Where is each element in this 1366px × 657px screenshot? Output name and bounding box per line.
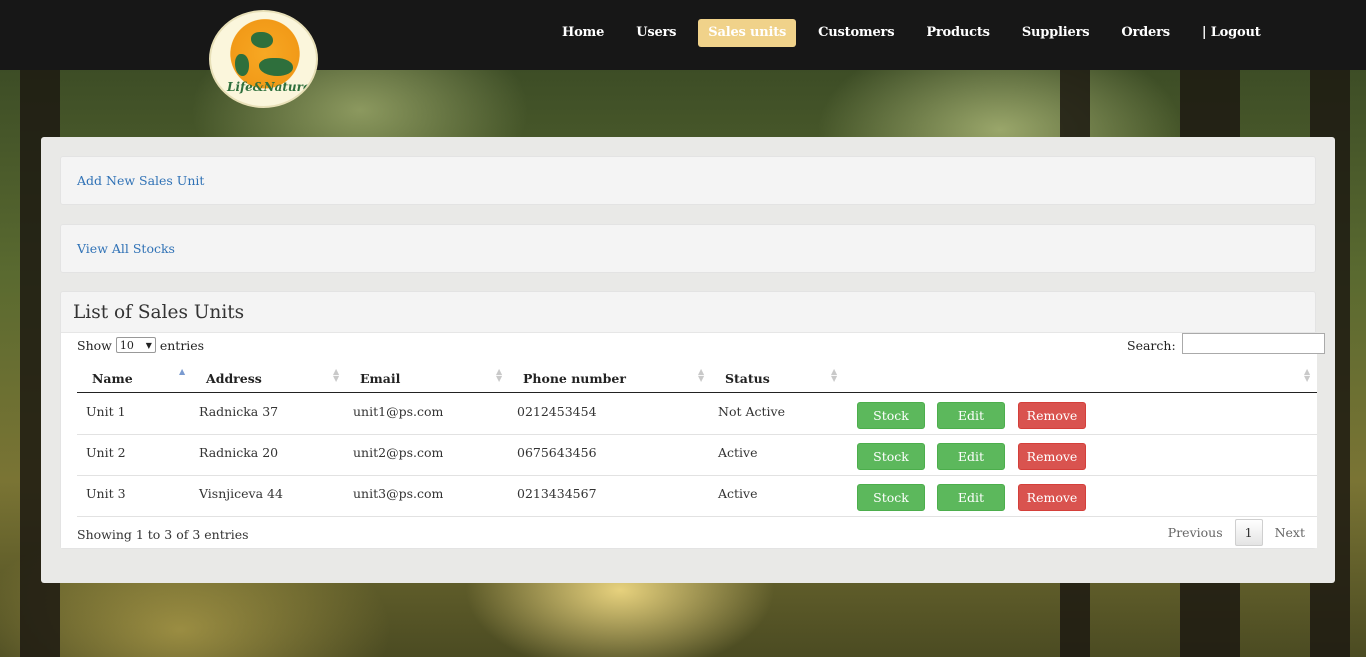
column-header-address[interactable]: Address: [206, 371, 262, 386]
pagination: Previous 1 Next: [1156, 519, 1317, 546]
cell-address: Visnjiceva 44: [199, 486, 283, 501]
remove-button[interactable]: Remove: [1018, 484, 1086, 511]
nav-orders[interactable]: Orders: [1111, 19, 1180, 47]
cell-phone: 0212453454: [517, 404, 597, 419]
add-sales-unit-card: Add New Sales Unit: [60, 156, 1316, 205]
turtle-icon: [251, 32, 273, 48]
cell-email: unit2@ps.com: [353, 445, 444, 460]
logo[interactable]: Life&Nature: [209, 10, 318, 108]
sort-asc-icon: ▲: [179, 367, 186, 376]
dog-icon: [259, 58, 293, 76]
edit-button[interactable]: Edit: [937, 484, 1005, 511]
search-control: Search:: [1127, 333, 1325, 354]
column-header-email[interactable]: Email: [360, 371, 400, 386]
cell-status: Not Active: [718, 404, 785, 419]
remove-button[interactable]: Remove: [1018, 402, 1086, 429]
cell-status: Active: [718, 445, 758, 460]
entries-length-control: Show 10 ▼ entries: [77, 337, 204, 353]
view-stocks-card: View All Stocks: [60, 224, 1316, 273]
column-header-phone[interactable]: Phone number: [523, 371, 626, 386]
table-header: Name ▲ Address ▲ ▼ Email ▲ ▼ Phone number …: [77, 363, 1317, 393]
view-all-stocks-link[interactable]: View All Stocks: [77, 241, 175, 256]
cell-address: Radnicka 20: [199, 445, 279, 460]
cell-status: Active: [718, 486, 758, 501]
nav-logout[interactable]: | Logout: [1192, 19, 1271, 47]
nav-products[interactable]: Products: [916, 19, 999, 47]
sort-icon: ▲ ▼: [1304, 367, 1311, 383]
logo-text: Life&Nature: [227, 80, 311, 94]
sort-icon: ▲ ▼: [333, 367, 340, 383]
chevron-down-icon: ▼: [145, 340, 152, 350]
nav-suppliers[interactable]: Suppliers: [1012, 19, 1100, 47]
cell-name: Unit 1: [86, 404, 126, 419]
nav-menu: Home Users Sales units Customers Product…: [552, 19, 1283, 47]
nav-home[interactable]: Home: [552, 19, 614, 47]
cell-address: Radnicka 37: [199, 404, 279, 419]
top-navbar: Life&Nature Home Users Sales units Custo…: [0, 0, 1366, 108]
remove-button[interactable]: Remove: [1018, 443, 1086, 470]
entries-label: entries: [159, 337, 205, 353]
table-info: Showing 1 to 3 of 3 entries: [77, 527, 249, 542]
sales-units-table: Show 10 ▼ entries Search: Name ▲ Address…: [61, 332, 1325, 548]
pagination-page-1[interactable]: 1: [1234, 519, 1263, 546]
cell-email: unit1@ps.com: [353, 404, 444, 419]
stock-button[interactable]: Stock: [857, 484, 925, 511]
sort-icon: ▲ ▼: [496, 367, 503, 383]
cell-phone: 0213434567: [517, 486, 597, 501]
list-title: List of Sales Units: [73, 302, 245, 323]
table-row: Unit 2 Radnicka 20 unit2@ps.com 06756434…: [77, 435, 1317, 476]
cell-phone: 0675643456: [517, 445, 597, 460]
search-label: Search:: [1127, 338, 1176, 353]
sales-units-list-card: List of Sales Units Show 10 ▼ entries Se…: [60, 291, 1325, 549]
column-header-status[interactable]: Status: [725, 371, 770, 386]
sort-icon: ▲ ▼: [831, 367, 838, 383]
nav-users[interactable]: Users: [626, 19, 686, 47]
nav-customers[interactable]: Customers: [808, 19, 904, 47]
cell-email: unit3@ps.com: [353, 486, 444, 501]
edit-button[interactable]: Edit: [937, 402, 1005, 429]
edit-button[interactable]: Edit: [937, 443, 1005, 470]
pagination-next[interactable]: Next: [1263, 519, 1317, 546]
table-row: Unit 1 Radnicka 37 unit1@ps.com 02124534…: [77, 394, 1317, 435]
main-panel: Add New Sales Unit View All Stocks List …: [41, 137, 1335, 583]
add-new-sales-unit-link[interactable]: Add New Sales Unit: [77, 173, 204, 188]
pagination-previous[interactable]: Previous: [1156, 519, 1235, 546]
column-header-name[interactable]: Name: [92, 371, 133, 386]
table-row: Unit 3 Visnjiceva 44 unit3@ps.com 021343…: [77, 476, 1317, 517]
cell-name: Unit 2: [86, 445, 126, 460]
sort-icon: ▲ ▼: [698, 367, 705, 383]
stock-button[interactable]: Stock: [857, 443, 925, 470]
entries-select[interactable]: 10 ▼: [115, 337, 156, 353]
snake-icon: [235, 54, 249, 76]
entries-select-value: 10: [119, 338, 134, 352]
show-label: Show: [77, 337, 112, 353]
cell-name: Unit 3: [86, 486, 126, 501]
search-input[interactable]: [1181, 333, 1325, 354]
stock-button[interactable]: Stock: [857, 402, 925, 429]
nav-sales-units[interactable]: Sales units: [698, 19, 797, 47]
